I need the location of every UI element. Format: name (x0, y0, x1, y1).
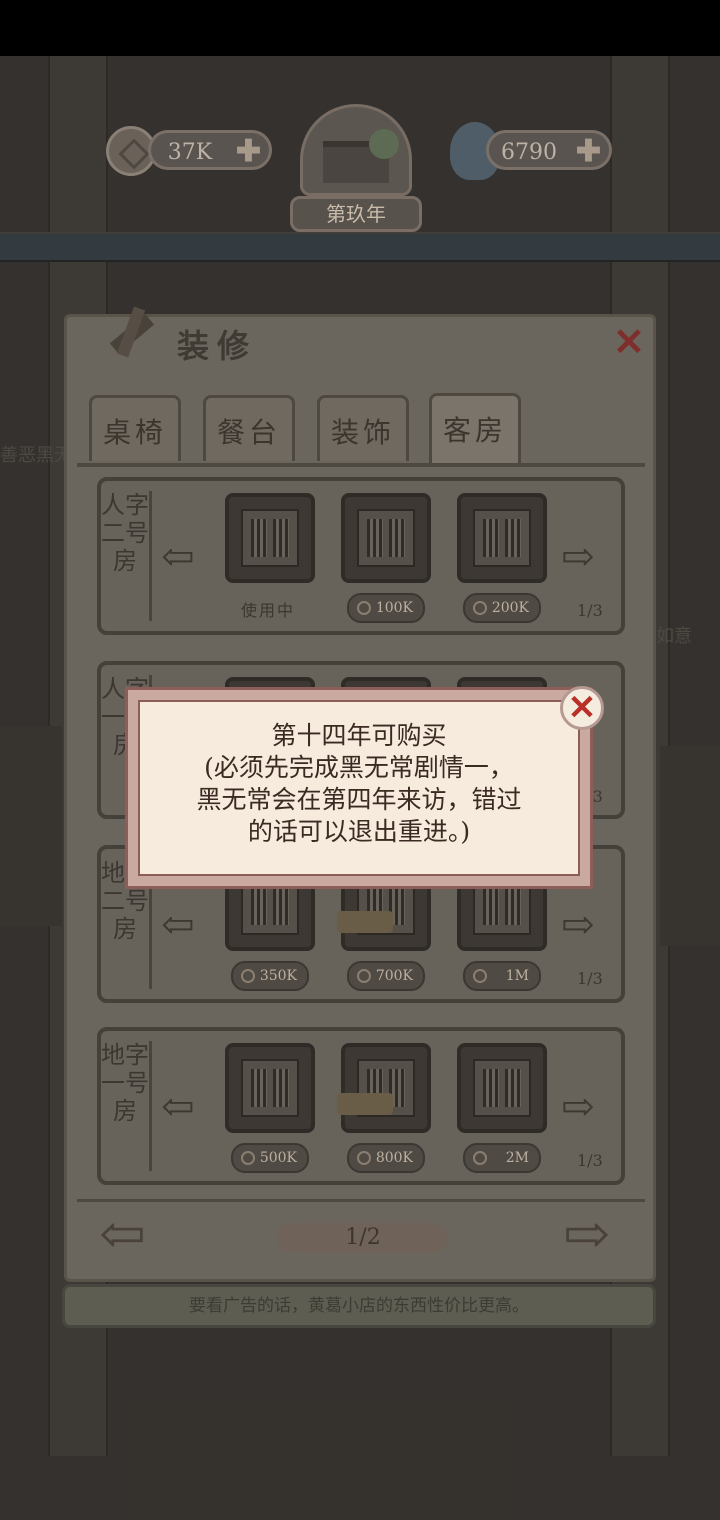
room-style-2[interactable] (341, 493, 431, 583)
add-coins-icon[interactable]: ✚ (236, 132, 261, 172)
dialog-line-2: (必须先完成黑无常剧情一， (204, 753, 514, 782)
tree-icon (369, 129, 399, 159)
page-indicator: 1/2 (345, 1225, 381, 1250)
room-card-di-1: 地字一号房 ⇦ ⇨ 500K 800K 2M 1/3 (97, 1027, 625, 1185)
room-prev-arrow-icon[interactable]: ⇦ (161, 1087, 195, 1127)
price-button[interactable]: 2M (463, 1143, 541, 1173)
tab-dining-counter[interactable]: 餐台 (203, 395, 295, 461)
price-button[interactable]: 1M (463, 961, 541, 991)
close-panel-icon[interactable]: ✕ (613, 323, 645, 361)
style-page-count: 1/3 (577, 1151, 603, 1170)
dialog-line-1: 第十四年可购买 (271, 721, 447, 750)
style-page-count: 1/3 (577, 969, 603, 988)
room-next-arrow-icon[interactable]: ⇨ (561, 905, 595, 945)
room-name: 地字一号房 (101, 1041, 152, 1171)
unlock-info-dialog: 第十四年可购买 (必须先完成黑无常剧情一， 黑无常会在第四年来访，错过 的话可以… (128, 690, 590, 886)
add-spirit-icon[interactable]: ✚ (576, 132, 601, 172)
room-style-1[interactable] (225, 1043, 315, 1133)
status-bar (0, 0, 720, 56)
pager-divider (77, 1199, 645, 1202)
coin-value: 37K (167, 140, 213, 165)
prev-page-arrow-icon[interactable]: ⇦ (99, 1207, 146, 1263)
room-prev-arrow-icon[interactable]: ⇦ (161, 905, 195, 945)
price-button[interactable]: 100K (347, 593, 425, 623)
room-style-3[interactable] (457, 1043, 547, 1133)
coin-counter[interactable]: 37K ✚ (148, 130, 272, 170)
price-button[interactable]: 350K (231, 961, 309, 991)
lock-plaque-icon (337, 911, 393, 933)
room-style-3[interactable] (457, 493, 547, 583)
dialog-line-4: 的话可以退出重进。) (247, 817, 471, 846)
price-button[interactable]: 500K (231, 1143, 309, 1173)
year-badge: 第玖年 (290, 196, 422, 232)
style-page-count: 1/3 (577, 601, 603, 620)
room-style-2[interactable] (341, 1043, 431, 1133)
room-name: 人字二号房 (101, 491, 152, 621)
tab-decoration[interactable]: 装饰 (317, 395, 409, 461)
tip-bar: 要看广告的话，黄葛小店的东西性价比更高。 (62, 1284, 656, 1328)
hammer-icon (101, 303, 159, 361)
tab-guest-rooms[interactable]: 客房 (429, 393, 521, 465)
room-card-ren-2: 人字二号房 ⇦ ⇨ 使用中 100K 200K 1/3 (97, 477, 625, 635)
dialog-message: 第十四年可购买 (必须先完成黑无常剧情一， 黑无常会在第四年来访，错过 的话可以… (158, 720, 560, 848)
in-use-label: 使用中 (241, 601, 296, 620)
room-prev-arrow-icon[interactable]: ⇦ (161, 537, 195, 577)
price-button[interactable]: 200K (463, 593, 541, 623)
room-style-1[interactable] (225, 493, 315, 583)
room-next-arrow-icon[interactable]: ⇨ (561, 1087, 595, 1127)
price-button[interactable]: 700K (347, 961, 425, 991)
panel-title: 装修 (177, 327, 258, 365)
tab-divider (77, 463, 645, 467)
lock-plaque-icon (337, 1093, 393, 1115)
close-dialog-icon[interactable]: ✕ (560, 686, 604, 730)
spirit-counter[interactable]: 6790 ✚ (486, 130, 612, 170)
dialog-line-3: 黑无常会在第四年来访，错过 (196, 785, 522, 814)
tab-tables-chairs[interactable]: 桌椅 (89, 395, 181, 461)
room-next-arrow-icon[interactable]: ⇨ (561, 537, 595, 577)
price-button[interactable]: 800K (347, 1143, 425, 1173)
next-page-arrow-icon[interactable]: ⇨ (563, 1207, 610, 1263)
spirit-value: 6790 (501, 140, 557, 165)
